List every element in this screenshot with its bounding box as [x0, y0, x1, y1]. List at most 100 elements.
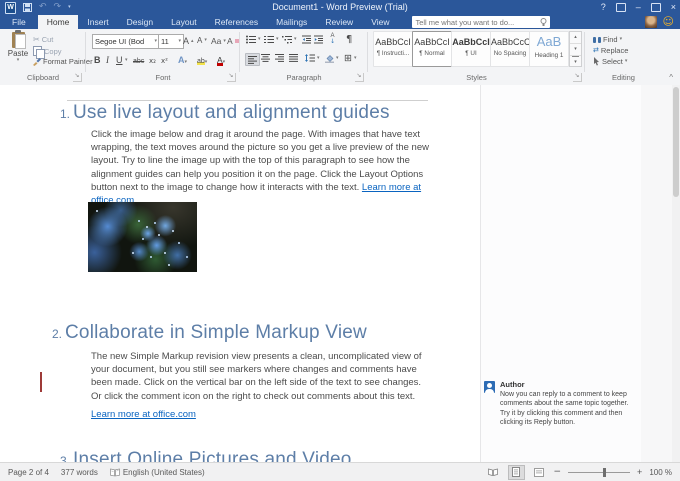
- tab-home[interactable]: Home: [38, 15, 79, 29]
- borders-caret-icon: ▾: [354, 56, 357, 61]
- zoom-slider-thumb[interactable]: [603, 468, 606, 477]
- zoom-slider[interactable]: [568, 472, 630, 473]
- styles-dialog-launcher-icon[interactable]: ↘: [573, 73, 582, 82]
- tab-mailings[interactable]: Mailings: [267, 15, 316, 29]
- underline-button[interactable]: U: [116, 53, 123, 65]
- format-painter-button[interactable]: Format Painter: [33, 57, 93, 66]
- paste-caret-icon[interactable]: ▾: [17, 58, 20, 63]
- tab-references[interactable]: References: [206, 15, 267, 29]
- page-top-divider: [67, 100, 428, 101]
- line-spacing-button[interactable]: ▾: [305, 54, 320, 62]
- bold-button[interactable]: B: [94, 53, 101, 65]
- numbering-button[interactable]: ▾: [264, 35, 279, 44]
- tab-file[interactable]: File: [0, 15, 38, 29]
- restore-button[interactable]: [651, 3, 661, 12]
- tab-review[interactable]: Review: [316, 15, 362, 29]
- print-layout-button[interactable]: [508, 465, 525, 480]
- find-button[interactable]: Find ▾: [593, 35, 622, 44]
- comment-text: Now you can reply to a comment to keep c…: [500, 390, 632, 427]
- help-button[interactable]: ?: [601, 0, 606, 15]
- justify-button[interactable]: [289, 54, 298, 62]
- section-1-heading[interactable]: 1. Use live layout and alignment guides: [50, 102, 390, 124]
- web-layout-button[interactable]: [532, 466, 547, 479]
- select-button[interactable]: Select ▾: [593, 57, 627, 66]
- section-1-paragraph[interactable]: Click the image below and drag it around…: [91, 128, 433, 207]
- style-ui[interactable]: AaBbCcI ¶ UI: [451, 31, 491, 67]
- tell-me-input[interactable]: [415, 18, 540, 27]
- close-button[interactable]: ×: [671, 0, 676, 15]
- user-avatar[interactable]: [645, 16, 657, 28]
- read-mode-button[interactable]: [486, 466, 501, 479]
- bullets-button[interactable]: ▾: [246, 35, 261, 44]
- borders-button[interactable]: ⊞ ▾: [344, 53, 356, 64]
- feedback-smiley-icon[interactable]: ☺: [663, 16, 674, 28]
- style-instructions[interactable]: AaBbCcI ¶ Instructi...: [373, 31, 413, 67]
- select-cursor-icon: [593, 57, 600, 66]
- change-case-button[interactable]: Aa ▾: [211, 36, 226, 46]
- format-painter-icon: [33, 57, 41, 66]
- zoom-out-button[interactable]: −: [554, 467, 562, 477]
- word-count[interactable]: 377 words: [61, 468, 98, 477]
- styles-more-icon[interactable]: ▾: [572, 56, 579, 68]
- increase-indent-button[interactable]: [314, 35, 323, 44]
- collapse-ribbon-icon[interactable]: ^: [669, 74, 673, 82]
- page-indicator[interactable]: Page 2 of 4: [8, 468, 49, 477]
- copy-button[interactable]: Copy: [33, 46, 62, 56]
- text-effects-button[interactable]: A▾: [178, 53, 187, 65]
- superscript-button[interactable]: x²: [161, 53, 168, 65]
- multilevel-list-button[interactable]: ▾: [282, 35, 297, 44]
- style-normal[interactable]: AaBbCcI ¶ Normal: [412, 31, 452, 67]
- shrink-font-button[interactable]: A▾: [197, 36, 207, 45]
- tracked-change-bar[interactable]: [40, 372, 42, 392]
- tab-insert[interactable]: Insert: [78, 15, 117, 29]
- decrease-indent-button[interactable]: [302, 35, 311, 44]
- styles-scroll-up-icon[interactable]: ▴: [570, 32, 581, 44]
- clipboard-dialog-launcher-icon[interactable]: ↘: [73, 73, 82, 82]
- section-2-heading[interactable]: 2. Collaborate in Simple Markup View: [42, 322, 367, 344]
- highlight-color-button[interactable]: ab ▾: [196, 53, 207, 65]
- grow-font-button[interactable]: A▴: [183, 36, 194, 46]
- proofing-status[interactable]: English (United States): [110, 468, 205, 477]
- paragraph-dialog-launcher-icon[interactable]: ↘: [355, 73, 364, 82]
- section-3-heading[interactable]: 3. Insert Online Pictures and Video: [50, 449, 352, 462]
- clear-formatting-button[interactable]: A: [227, 36, 239, 46]
- zoom-in-button[interactable]: +: [637, 467, 642, 477]
- underline-caret-icon[interactable]: ▾: [125, 58, 128, 63]
- document-canvas[interactable]: Author Now you can reply to a comment to…: [0, 85, 672, 462]
- ribbon-display-options-icon[interactable]: [616, 3, 626, 12]
- flower-image[interactable]: [88, 202, 197, 272]
- tab-design[interactable]: Design: [118, 15, 162, 29]
- italic-button[interactable]: I: [106, 53, 109, 65]
- shading-button[interactable]: ▾: [325, 54, 339, 63]
- tab-view[interactable]: View: [362, 15, 398, 29]
- tab-layout[interactable]: Layout: [162, 15, 206, 29]
- style-no-spacing[interactable]: AaBbCcC No Spacing: [490, 31, 530, 67]
- minimize-button[interactable]: –: [636, 0, 641, 15]
- window-controls: ? – ×: [601, 0, 676, 15]
- show-paragraph-marks-button[interactable]: ¶: [346, 34, 352, 45]
- tell-me-box[interactable]: [412, 16, 550, 28]
- vertical-scrollbar[interactable]: [672, 85, 680, 462]
- replace-button[interactable]: ⇄ Replace: [593, 46, 628, 55]
- align-center-button[interactable]: [261, 54, 270, 62]
- zoom-level[interactable]: 100 %: [649, 468, 672, 477]
- align-right-button[interactable]: [275, 54, 284, 62]
- ribbon-tab-bar: File Home Insert Design Layout Reference…: [0, 15, 680, 29]
- sort-button[interactable]: A ↓: [330, 34, 335, 45]
- font-size-combo[interactable]: 11 ▾: [158, 34, 184, 49]
- cut-button[interactable]: ✂ Cut: [33, 35, 53, 44]
- font-dialog-launcher-icon[interactable]: ↘: [227, 73, 236, 82]
- styles-scroll-down-icon[interactable]: ▾: [570, 44, 581, 56]
- style-heading-1[interactable]: AaB Heading 1: [529, 31, 569, 67]
- strikethrough-button[interactable]: abc: [133, 53, 144, 65]
- align-left-button[interactable]: [245, 53, 260, 66]
- font-color-button[interactable]: A ▾: [217, 53, 225, 65]
- learn-more-link-2[interactable]: Learn more at office.com: [91, 409, 196, 420]
- scrollbar-thumb[interactable]: [673, 87, 679, 197]
- status-bar-right: − + 100 %: [486, 465, 673, 480]
- font-family-combo[interactable]: Segoe UI (Bod ▾: [92, 34, 160, 49]
- subscript-button[interactable]: x₂: [149, 53, 156, 65]
- increase-indent-icon: [314, 35, 323, 44]
- paste-button[interactable]: Paste ▾: [5, 32, 31, 72]
- section-2-paragraph[interactable]: The new Simple Markup revision view pres…: [91, 350, 433, 403]
